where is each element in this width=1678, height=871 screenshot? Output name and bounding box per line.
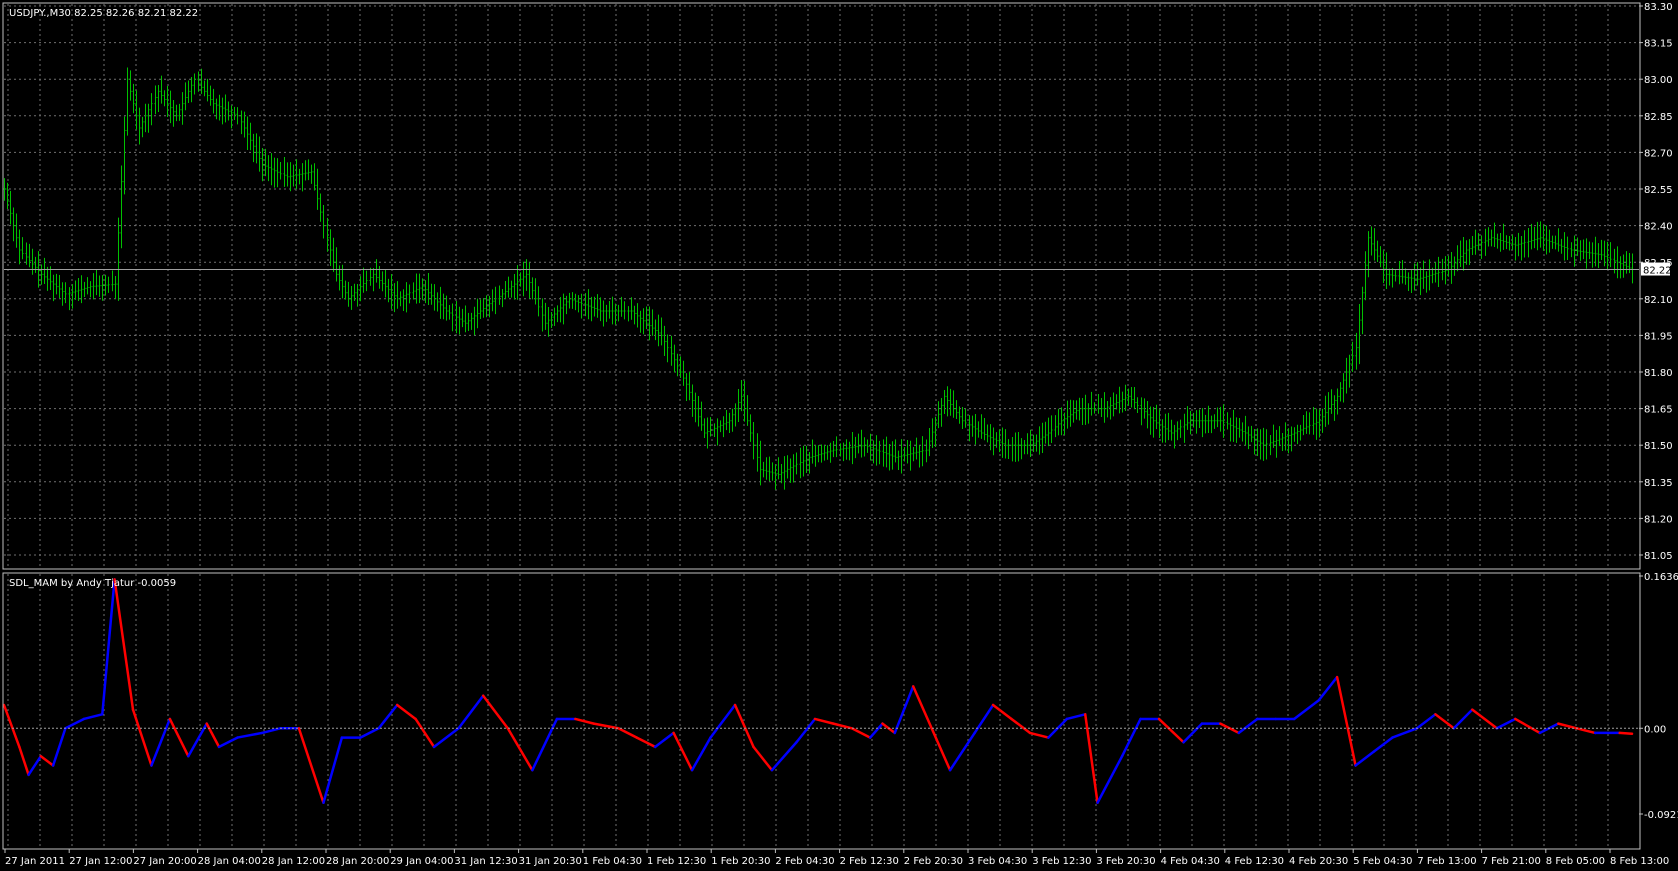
price-tick-label: 81.20 — [1644, 514, 1673, 525]
oscillator-segment — [1618, 731, 1634, 736]
time-tick-label: 1 Feb 20:30 — [711, 856, 770, 867]
price-tick-label: 83.00 — [1644, 75, 1673, 86]
time-tick-label: 27 Jan 12:00 — [69, 856, 132, 867]
time-tick-label: 5 Feb 04:30 — [1353, 856, 1412, 867]
indicator-tick-label: 0.00 — [1644, 724, 1666, 735]
time-tick-label: 1 Feb 04:30 — [583, 856, 642, 867]
time-tick-label: 28 Jan 20:00 — [326, 856, 389, 867]
time-tick-label: 27 Jan 2011 — [5, 856, 65, 867]
time-tick-label: 8 Feb 13:00 — [1610, 856, 1669, 867]
price-tick-label: 81.35 — [1644, 478, 1673, 489]
symbol-legend: USDJPY.,M30 82.25 82.26 82.21 82.22 — [9, 8, 198, 19]
time-tick-label: 8 Feb 05:00 — [1546, 856, 1605, 867]
time-tick-label: 28 Jan 12:00 — [262, 856, 325, 867]
current-price-label: 82.22 — [1643, 266, 1672, 277]
time-tick-label: 31 Jan 12:30 — [454, 856, 517, 867]
time-tick-label: 4 Feb 20:30 — [1289, 856, 1348, 867]
time-tick-label: 2 Feb 12:30 — [840, 856, 899, 867]
price-tick-label: 82.40 — [1644, 222, 1673, 233]
price-tick-label: 81.05 — [1644, 551, 1673, 562]
indicator-legend: SDL_MAM by Andy Tjatur -0.0059 — [9, 578, 176, 589]
price-tick-label: 83.30 — [1644, 2, 1673, 13]
time-tick-label: 3 Feb 04:30 — [968, 856, 1027, 867]
time-tick-label: 31 Jan 20:30 — [519, 856, 582, 867]
chart-window[interactable]: 83.3083.1583.0082.8582.7082.5582.4082.25… — [0, 0, 1678, 871]
time-tick-label: 7 Feb 13:00 — [1417, 856, 1476, 867]
price-tick-label: 81.95 — [1644, 331, 1673, 342]
price-tick-label: 81.65 — [1644, 405, 1673, 416]
indicator-tick-label: 0.1636 — [1644, 572, 1678, 583]
time-tick-label: 4 Feb 12:30 — [1225, 856, 1284, 867]
price-tick-label: 83.15 — [1644, 39, 1673, 50]
price-tick-label: 81.80 — [1644, 368, 1673, 379]
time-tick-label: 27 Jan 20:00 — [133, 856, 196, 867]
price-tick-label: 82.85 — [1644, 112, 1673, 123]
indicator-tick-label: -0.0921 — [1644, 810, 1678, 821]
time-tick-label: 2 Feb 20:30 — [904, 856, 963, 867]
time-tick-label: 3 Feb 20:30 — [1096, 856, 1155, 867]
time-tick-label: 7 Feb 21:00 — [1482, 856, 1541, 867]
price-tick-label: 82.55 — [1644, 185, 1673, 196]
price-label-box: 82.22 — [1641, 262, 1672, 277]
price-tick-label: 82.10 — [1644, 295, 1673, 306]
time-tick-label: 3 Feb 12:30 — [1032, 856, 1091, 867]
price-tick-label: 81.50 — [1644, 441, 1673, 452]
time-tick-label: 28 Jan 04:00 — [198, 856, 261, 867]
time-tick-label: 2 Feb 04:30 — [775, 856, 834, 867]
time-tick-label: 1 Feb 12:30 — [647, 856, 706, 867]
time-tick-label: 4 Feb 04:30 — [1161, 856, 1220, 867]
price-tick-label: 82.70 — [1644, 148, 1673, 159]
time-tick-label: 29 Jan 04:00 — [390, 856, 453, 867]
